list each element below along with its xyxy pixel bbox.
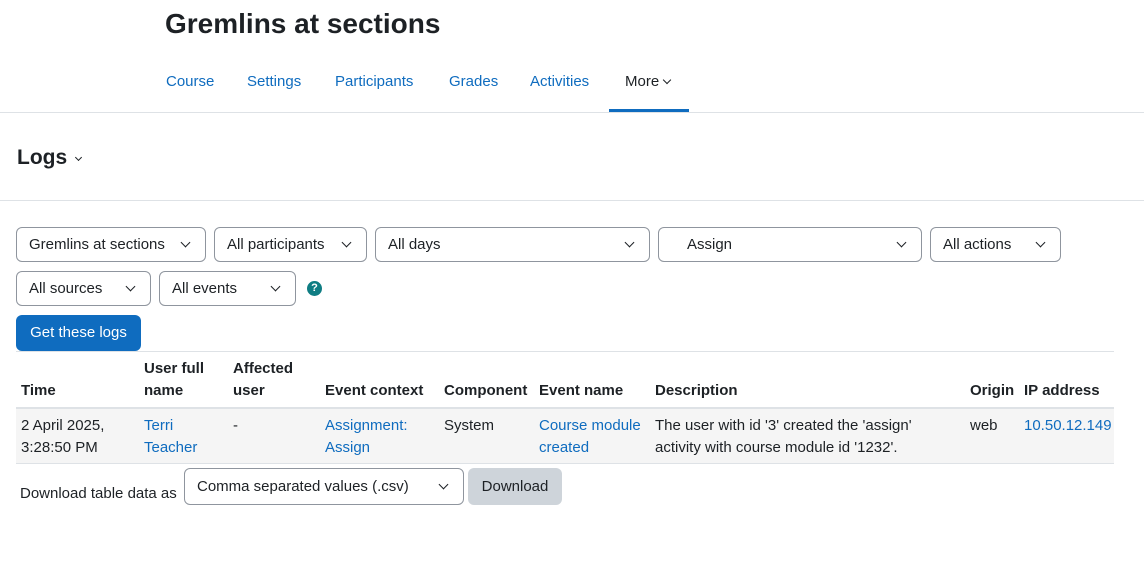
column-header-event-context[interactable]: Event context bbox=[325, 380, 423, 402]
column-header-description[interactable]: Description bbox=[655, 380, 738, 402]
nav-tab-more-label: More bbox=[625, 73, 660, 90]
download-button[interactable]: Download bbox=[468, 468, 562, 505]
course-secondary-nav: Course Settings Participants Grades Acti… bbox=[0, 60, 1144, 113]
column-header-component[interactable]: Component bbox=[444, 380, 527, 402]
nav-tab-grades[interactable]: Grades bbox=[449, 60, 498, 113]
get-these-logs-button[interactable]: Get these logs bbox=[16, 315, 141, 351]
days-select[interactable]: All days bbox=[375, 227, 650, 262]
cell-affected-user: - bbox=[233, 417, 238, 434]
activity-select[interactable]: Assign bbox=[658, 227, 922, 262]
divider bbox=[0, 200, 1144, 201]
table-top-border bbox=[16, 351, 1114, 352]
events-select[interactable]: All events bbox=[159, 271, 296, 306]
cell-line: Teacher bbox=[144, 439, 198, 456]
cell-user-link[interactable]: Terri Teacher bbox=[144, 415, 197, 459]
nav-tab-more[interactable]: More bbox=[625, 60, 672, 113]
table-bottom-border bbox=[16, 463, 1114, 464]
sources-select-value: All sources bbox=[29, 280, 103, 297]
help-icon[interactable]: ? bbox=[307, 281, 322, 296]
cell-time: 2 April 2025, 3:28:50 PM bbox=[21, 415, 104, 459]
nav-tab-participants[interactable]: Participants bbox=[335, 60, 413, 113]
chevron-down-icon bbox=[662, 75, 672, 85]
cell-line: Terri bbox=[144, 417, 174, 434]
cell-line: Assign bbox=[325, 439, 371, 456]
sources-select[interactable]: All sources bbox=[16, 271, 151, 306]
actions-select[interactable]: All actions bbox=[930, 227, 1061, 262]
cell-line: activity with course module id '1232'. bbox=[655, 439, 898, 456]
chevron-down-icon bbox=[75, 153, 83, 162]
chevron-down-icon bbox=[125, 281, 136, 292]
column-header-event-name[interactable]: Event name bbox=[539, 380, 623, 402]
cell-component: System bbox=[444, 417, 495, 434]
chevron-down-icon bbox=[341, 237, 352, 248]
column-header-affected-user[interactable]: Affected user bbox=[233, 358, 293, 402]
chevron-down-icon bbox=[624, 237, 635, 248]
cell-line: Assignment: bbox=[325, 417, 408, 434]
activity-select-value: Assign bbox=[687, 236, 733, 253]
download-format-select[interactable]: Comma separated values (.csv) bbox=[184, 468, 464, 505]
nav-tab-course[interactable]: Course bbox=[166, 60, 214, 113]
cell-line: created bbox=[539, 439, 590, 456]
download-format-value: Comma separated values (.csv) bbox=[197, 478, 409, 495]
chevron-down-icon bbox=[896, 237, 907, 248]
column-header-line: User full bbox=[144, 360, 205, 377]
column-header-line: user bbox=[233, 382, 265, 399]
nav-tab-settings[interactable]: Settings bbox=[247, 60, 301, 113]
cell-ip-address-link[interactable]: 10.50.12.149 bbox=[1024, 415, 1112, 437]
column-header-origin[interactable]: Origin bbox=[970, 380, 1014, 402]
participants-select[interactable]: All participants bbox=[214, 227, 367, 262]
page: Gremlins at sections Course Settings Par… bbox=[0, 0, 1144, 587]
logs-heading-dropdown[interactable]: Logs bbox=[17, 144, 83, 172]
course-select-value: Gremlins at sections bbox=[29, 236, 165, 253]
cell-description: The user with id '3' created the 'assign… bbox=[655, 415, 955, 459]
active-tab-indicator bbox=[609, 109, 689, 112]
actions-select-value: All actions bbox=[943, 236, 1012, 253]
cell-line: Course module bbox=[539, 417, 641, 434]
logs-heading-label: Logs bbox=[17, 146, 68, 169]
download-label: Download table data as bbox=[20, 485, 177, 502]
chevron-down-icon bbox=[438, 479, 449, 490]
course-select[interactable]: Gremlins at sections bbox=[16, 227, 206, 262]
participants-select-value: All participants bbox=[227, 236, 325, 253]
cell-line: The user with id '3' created the 'assign… bbox=[655, 417, 912, 434]
chevron-down-icon bbox=[270, 281, 281, 292]
events-select-value: All events bbox=[172, 280, 238, 297]
cell-origin: web bbox=[970, 417, 998, 434]
chevron-down-icon bbox=[1035, 237, 1046, 248]
cell-event-context-link[interactable]: Assignment: Assign bbox=[325, 415, 408, 459]
page-title: Gremlins at sections bbox=[165, 8, 441, 39]
column-header-ip-address[interactable]: IP address bbox=[1024, 380, 1100, 402]
chevron-down-icon bbox=[180, 237, 191, 248]
nav-tab-activities[interactable]: Activities bbox=[530, 60, 589, 113]
days-select-value: All days bbox=[388, 236, 441, 253]
cell-line: 2 April 2025, bbox=[21, 417, 105, 434]
column-header-user-full-name[interactable]: User full name bbox=[144, 358, 204, 402]
cell-event-name-link[interactable]: Course module created bbox=[539, 415, 641, 459]
column-header-line: name bbox=[144, 382, 184, 399]
column-header-line: Affected bbox=[233, 360, 294, 377]
column-header-time[interactable]: Time bbox=[21, 380, 56, 402]
cell-line: 3:28:50 PM bbox=[21, 439, 98, 456]
